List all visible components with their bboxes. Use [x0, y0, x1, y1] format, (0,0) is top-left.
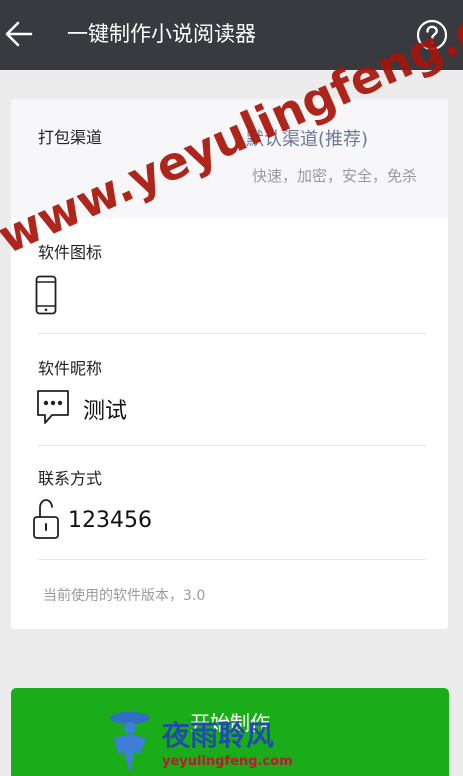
settings-card: 打包渠道 默认渠道(推荐) 快速，加密，安全，免杀 软件图标 软件昵称 测试 联…: [11, 99, 448, 629]
channel-row[interactable]: 打包渠道 默认渠道(推荐) 快速，加密，安全，免杀: [11, 99, 448, 218]
page-title: 一键制作小说阅读器: [67, 22, 256, 46]
channel-description: 快速，加密，安全，免杀: [251, 167, 417, 185]
help-circle-icon[interactable]: [416, 19, 448, 51]
divider: [38, 559, 426, 560]
app-bar: 一键制作小说阅读器: [0, 0, 463, 70]
nickname-value[interactable]: 测试: [83, 393, 127, 425]
divider: [38, 333, 426, 334]
divider: [38, 445, 426, 446]
nickname-label: 软件昵称: [38, 359, 103, 378]
channel-value[interactable]: 默认渠道(推荐): [246, 125, 368, 151]
start-button[interactable]: 开始制作: [11, 688, 449, 776]
chat-bubble-icon: [37, 390, 69, 424]
version-note: 当前使用的软件版本，3.0: [43, 588, 206, 604]
software-icon-label: 软件图标: [38, 243, 103, 262]
unlock-icon: [33, 499, 59, 539]
back-arrow-icon[interactable]: [3, 17, 35, 51]
channel-label: 打包渠道: [38, 128, 103, 147]
phone-icon[interactable]: [35, 275, 57, 315]
contact-value[interactable]: 123456: [68, 508, 152, 533]
contact-label: 联系方式: [38, 469, 103, 488]
